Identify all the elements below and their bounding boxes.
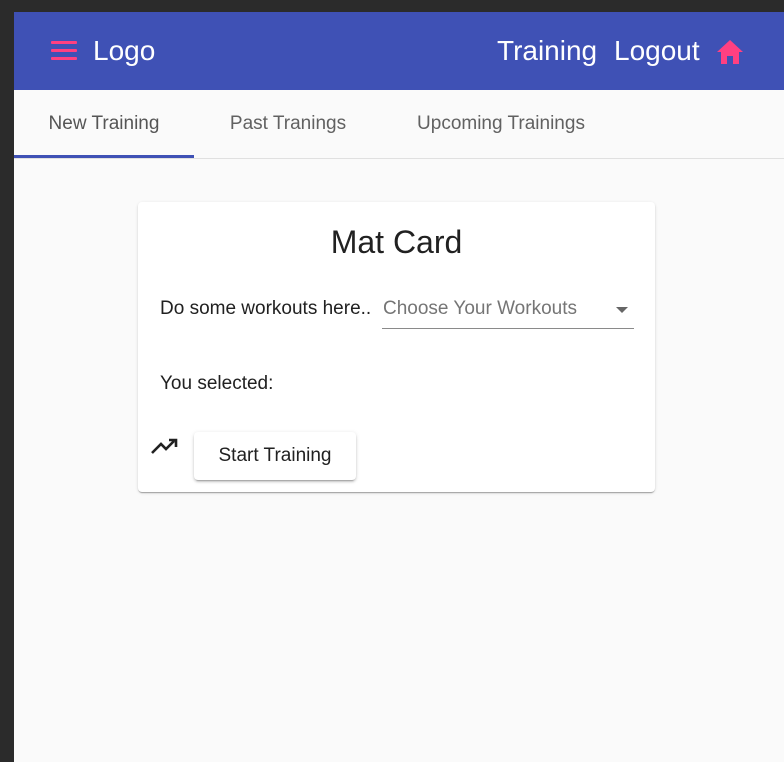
workout-select[interactable]: Choose Your Workouts [382, 294, 634, 329]
menu-icon[interactable] [51, 41, 77, 61]
trending-up-icon [151, 438, 178, 454]
toolbar: Logo Training Logout [14, 12, 784, 90]
card-title: Mat Card [330, 224, 463, 260]
home-icon[interactable] [715, 38, 745, 66]
nav-training-link[interactable]: Training [497, 34, 597, 68]
selected-label: You selected: [160, 373, 274, 394]
chevron-down-icon [616, 307, 628, 313]
app-frame: Logo Training Logout New Training Past T… [14, 12, 784, 762]
start-training-button[interactable]: Start Training [194, 432, 356, 480]
nav-logout-link[interactable]: Logout [614, 34, 700, 68]
tab-new-training[interactable]: New Training [14, 90, 194, 158]
tab-upcoming-trainings[interactable]: Upcoming Trainings [382, 90, 620, 158]
logo[interactable]: Logo [93, 34, 155, 68]
tab-bar: New Training Past Tranings Upcoming Trai… [14, 90, 784, 159]
active-tab-indicator [14, 155, 194, 158]
workout-prompt-label: Do some workouts here.. [160, 298, 372, 319]
tab-past-trainings[interactable]: Past Tranings [194, 90, 382, 158]
workout-select-placeholder: Choose Your Workouts [383, 298, 577, 319]
training-card: Mat Card Do some workouts here.. Choose … [138, 202, 655, 492]
